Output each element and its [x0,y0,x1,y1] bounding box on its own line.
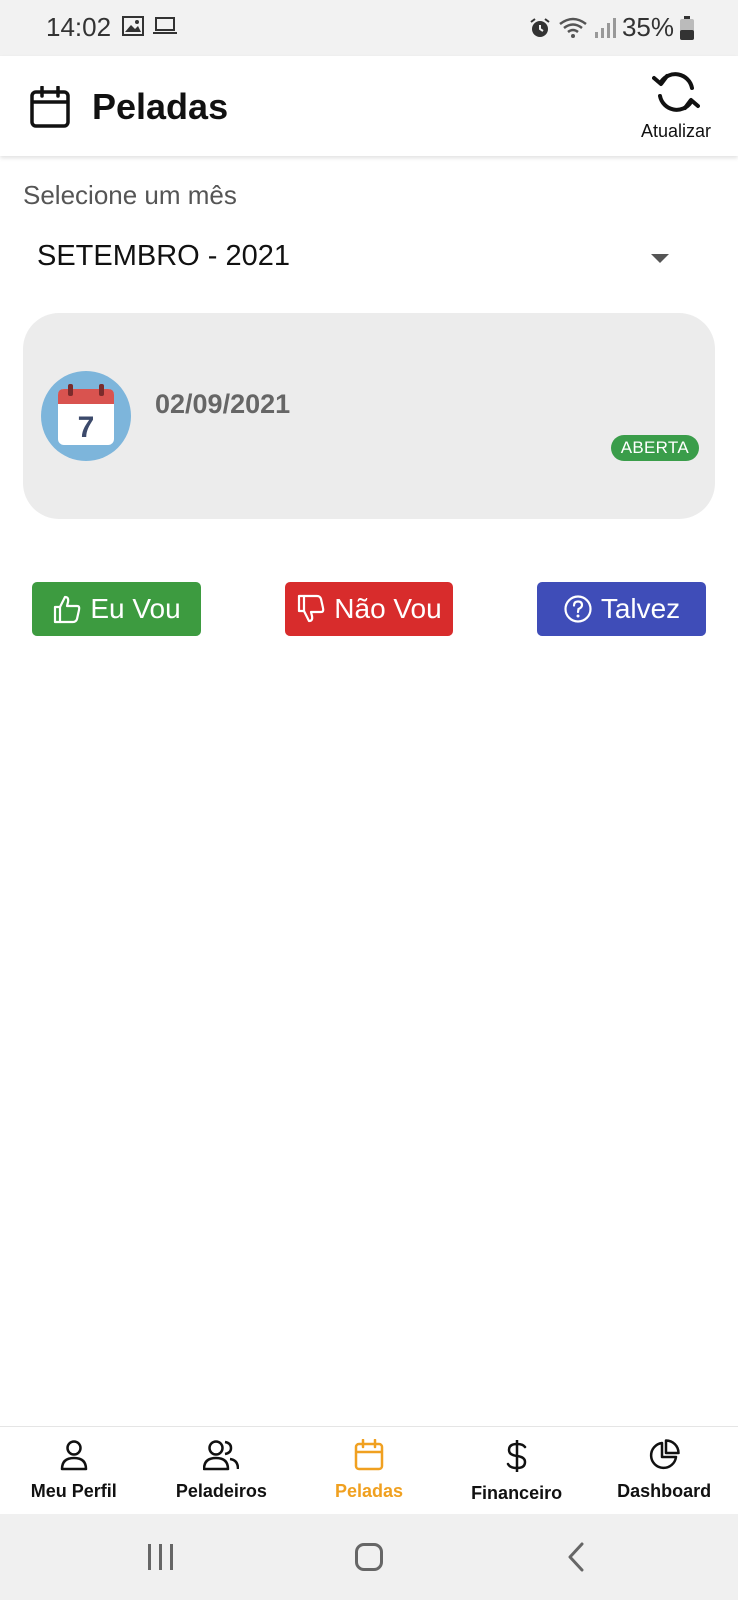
refresh-button[interactable]: Atualizar [636,70,716,142]
month-select[interactable]: SETEMBRO - 2021 [23,228,699,288]
nav-label-meu-perfil: Meu Perfil [30,1481,117,1501]
calendar-day-number: 7 [78,411,95,444]
bottom-nav: Meu Perfil Peladeiros Peladas Financeiro [0,1426,738,1514]
user-icon [60,1440,88,1471]
battery-icon [680,15,694,40]
question-circle-icon [564,595,592,623]
eu-vou-label: Eu Vou [90,593,181,624]
dollar-icon [506,1440,526,1472]
wifi-icon [559,17,587,38]
recent-apps-button[interactable] [148,1544,173,1570]
event-date: 02/09/2021 [155,389,291,419]
back-button[interactable] [566,1542,586,1572]
nav-item-meu-perfil[interactable]: Meu Perfil [0,1427,148,1514]
chevron-down-icon [651,254,669,263]
signal-icon [594,17,616,38]
app-header: Peladas Atualizar [0,56,738,156]
month-select-value: SETEMBRO - 2021 [37,240,291,272]
home-button[interactable] [355,1543,383,1571]
calendar-icon [354,1439,384,1471]
talvez-button[interactable]: Talvez [537,582,706,636]
refresh-label: Atualizar [640,121,712,141]
page-title: Peladas [92,86,229,127]
nav-label-peladeiros: Peladeiros [175,1481,267,1501]
thumbs-up-icon [54,595,81,624]
battery-percentage: 35% [621,12,674,42]
thumbs-down-icon [298,594,325,623]
nav-item-financeiro[interactable]: Financeiro [443,1427,591,1514]
nav-item-peladas[interactable]: Peladas [295,1427,443,1514]
nav-item-dashboard[interactable]: Dashboard [590,1427,738,1514]
nav-label-dashboard: Dashboard [617,1481,712,1501]
status-badge: ABERTA [610,435,699,461]
month-select-label: Selecione um mês [23,180,237,210]
calendar-day-icon: 7 [41,371,131,461]
alarm-icon [530,17,550,37]
status-bar: 14:02 35% [0,0,738,56]
users-icon [203,1440,240,1471]
nav-item-peladeiros[interactable]: Peladeiros [148,1427,296,1514]
talvez-label: Talvez [600,593,681,624]
eu-vou-button[interactable]: Eu Vou [32,582,201,636]
status-time: 14:02 [46,12,112,42]
calendar-icon [30,86,70,128]
laptop-icon [153,17,177,34]
pie-chart-icon [650,1439,680,1470]
nav-label-peladas: Peladas [334,1481,403,1501]
nao-vou-button[interactable]: Não Vou [285,582,453,636]
event-card[interactable]: 7 02/09/2021 ABERTA [23,313,715,519]
nao-vou-label: Não Vou [334,593,442,624]
image-icon [122,16,144,36]
system-nav-bar [0,1514,738,1600]
refresh-icon [652,72,700,112]
nav-label-financeiro: Financeiro [471,1483,563,1503]
